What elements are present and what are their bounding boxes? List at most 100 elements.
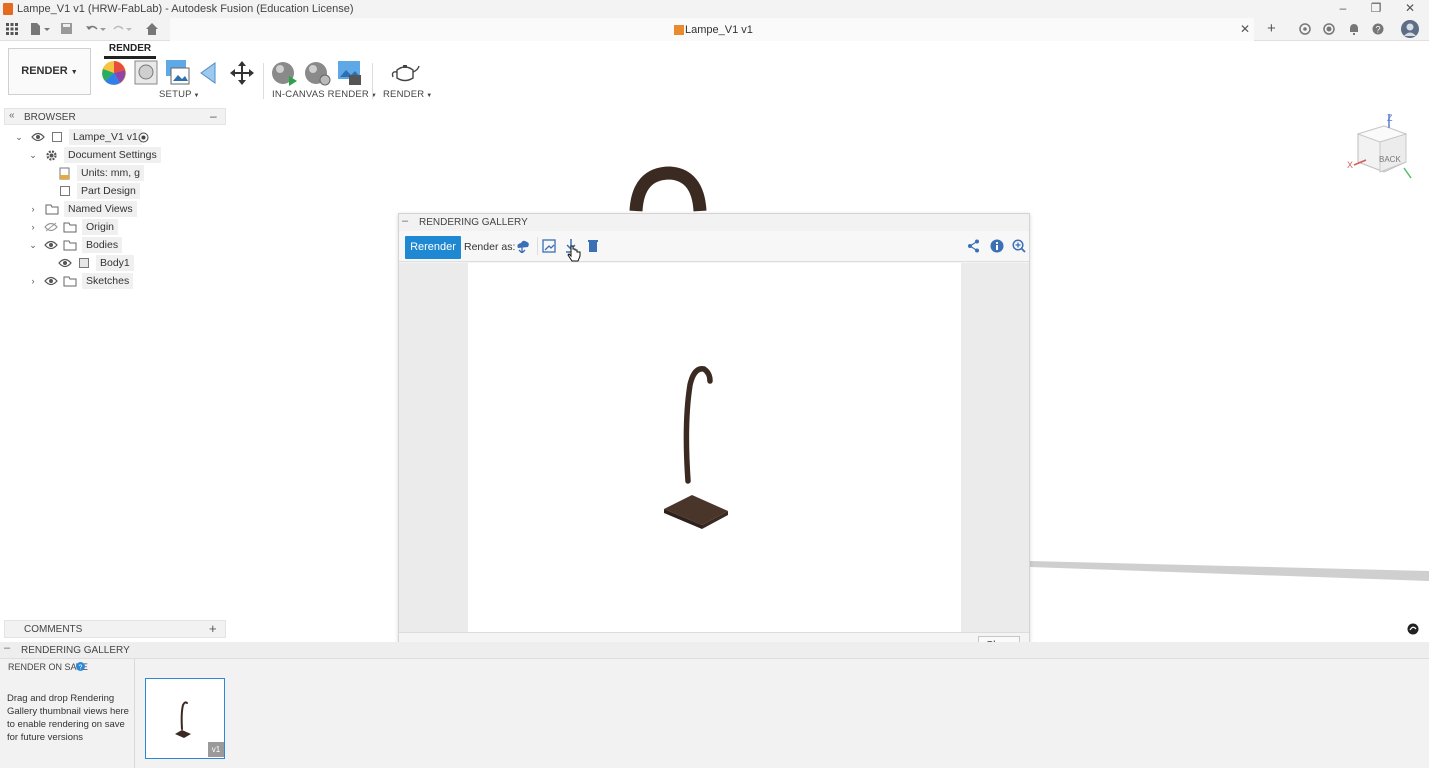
setup-group-label[interactable]: SETUP ▼ bbox=[159, 89, 200, 100]
rendering-gallery-dialog: – RENDERING GALLERY Rerender Render as: … bbox=[398, 213, 1030, 658]
tree-label: Units: mm, g bbox=[77, 165, 144, 181]
render-as-cloud-icon[interactable] bbox=[515, 239, 529, 253]
hidden-eye-icon[interactable] bbox=[44, 222, 58, 232]
fusion-app-icon bbox=[3, 3, 13, 15]
viewcube-axis-z: Z bbox=[1387, 113, 1393, 123]
in-canvas-render-label: IN-CANVAS RENDER bbox=[272, 89, 369, 100]
tab-bar: Lampe_V1 v1 ✕ + ? bbox=[0, 18, 1429, 41]
user-avatar[interactable] bbox=[1401, 20, 1419, 38]
new-tab-icon[interactable]: + bbox=[1267, 20, 1276, 37]
info-icon[interactable] bbox=[990, 239, 1004, 253]
tree-item-root[interactable]: ⌄ Lampe_V1 v1 bbox=[0, 129, 226, 145]
render-group-label[interactable]: RENDER ▼ bbox=[383, 89, 432, 100]
gallery-thumbnail-strip bbox=[136, 659, 1429, 768]
gear-icon bbox=[46, 150, 57, 161]
collapse-bottom-gallery-icon[interactable]: – bbox=[4, 642, 10, 654]
folder-icon bbox=[63, 276, 77, 287]
texture-map-icon[interactable] bbox=[199, 61, 221, 85]
workspace-switcher[interactable]: RENDER ▼ bbox=[8, 48, 91, 95]
close-tab-icon[interactable]: ✕ bbox=[1240, 22, 1250, 36]
tree-item-units[interactable]: Units: mm, g bbox=[0, 165, 226, 181]
tree-item-part-design[interactable]: Part Design bbox=[0, 183, 226, 199]
tree-item-named-views[interactable]: › Named Views bbox=[0, 201, 226, 217]
viewcube[interactable]: Z X BACK bbox=[1344, 110, 1414, 186]
body-icon bbox=[79, 258, 89, 268]
render-as-label: Render as: bbox=[464, 241, 516, 253]
apps-grid-icon[interactable] bbox=[6, 23, 18, 35]
tree-item-body1[interactable]: Body1 bbox=[0, 255, 226, 271]
minimize-gallery-icon[interactable]: – bbox=[402, 215, 408, 227]
tree-item-bodies[interactable]: ⌄ Bodies bbox=[0, 237, 226, 253]
render-teapot-icon[interactable] bbox=[390, 62, 420, 84]
collapse-browser-icon[interactable]: « bbox=[9, 110, 15, 121]
tree-label: Named Views bbox=[64, 201, 137, 217]
in-canvas-render-group-label[interactable]: IN-CANVAS RENDER ▼ bbox=[272, 89, 377, 100]
tree-item-origin[interactable]: › Origin bbox=[0, 219, 226, 235]
expanded-caret-icon[interactable]: ⌄ bbox=[14, 129, 24, 145]
thumbnail-lamp-model bbox=[175, 701, 191, 738]
gallery-thumbnail[interactable]: v1 bbox=[145, 678, 225, 759]
in-canvas-settings-icon[interactable] bbox=[304, 61, 332, 87]
appearance-icon[interactable] bbox=[101, 60, 127, 86]
browser-panel: « BROWSER – ⌄ Lampe_V1 v1 ⌄ Document Set… bbox=[0, 107, 226, 292]
expanded-caret-icon[interactable]: ⌄ bbox=[28, 237, 38, 253]
close-window-icon[interactable]: ✕ bbox=[1403, 1, 1417, 15]
help-icon[interactable]: ? bbox=[1372, 23, 1384, 35]
add-comment-icon[interactable]: + bbox=[209, 621, 217, 636]
edit-image-icon[interactable] bbox=[542, 239, 556, 253]
visibility-eye-icon[interactable] bbox=[58, 258, 72, 268]
share-icon[interactable] bbox=[967, 239, 980, 253]
visibility-eye-icon[interactable] bbox=[44, 240, 58, 250]
visibility-eye-icon[interactable] bbox=[31, 132, 45, 142]
design-type-icon bbox=[60, 186, 70, 196]
restore-icon[interactable]: ❐ bbox=[1369, 1, 1383, 15]
online-status-icon[interactable] bbox=[1323, 23, 1335, 35]
title-bar: Lampe_V1 v1 (HRW-FabLab) - Autodesk Fusi… bbox=[0, 0, 1429, 18]
gallery-preview-area bbox=[399, 263, 1029, 632]
tree-item-document-settings[interactable]: ⌄ Document Settings bbox=[0, 147, 226, 163]
tree-item-sketches[interactable]: › Sketches bbox=[0, 273, 226, 289]
model-arc bbox=[629, 166, 707, 212]
decal-icon[interactable] bbox=[165, 59, 191, 87]
minimize-icon[interactable]: – bbox=[1336, 1, 1350, 15]
units-icon bbox=[59, 167, 70, 180]
in-canvas-render-icon[interactable] bbox=[271, 61, 299, 87]
capture-image-icon[interactable] bbox=[337, 60, 363, 86]
comments-title: COMMENTS bbox=[24, 624, 83, 635]
bottom-gallery-title: RENDERING GALLERY bbox=[21, 645, 130, 656]
notifications-icon[interactable] bbox=[1348, 23, 1360, 35]
minimize-browser-icon[interactable]: – bbox=[210, 109, 217, 123]
mouse-cursor-icon bbox=[567, 245, 581, 262]
ribbon-toolbar: RENDER ▼ RENDER SETUP ▼ IN-CANVAS RENDER… bbox=[0, 41, 1429, 103]
file-menu-icon[interactable] bbox=[30, 23, 50, 35]
expanded-caret-icon[interactable]: ⌄ bbox=[28, 147, 38, 163]
help-badge-icon[interactable]: ? bbox=[76, 662, 85, 671]
tree-label: Part Design bbox=[77, 183, 140, 199]
toolbar-divider bbox=[537, 237, 538, 255]
redo-icon[interactable] bbox=[111, 23, 133, 35]
rendered-image[interactable] bbox=[468, 263, 961, 632]
tab-render[interactable]: RENDER bbox=[104, 43, 156, 54]
gallery-header: – RENDERING GALLERY bbox=[399, 214, 1029, 231]
move-icon[interactable] bbox=[229, 60, 255, 86]
tree-label: Bodies bbox=[82, 237, 123, 253]
bottom-gallery-header: – RENDERING GALLERY bbox=[0, 642, 1429, 659]
ground-plane-edge bbox=[1030, 561, 1429, 581]
visibility-eye-icon[interactable] bbox=[44, 276, 58, 286]
window-title: Lampe_V1 v1 (HRW-FabLab) - Autodesk Fusi… bbox=[17, 3, 354, 15]
scene-settings-icon[interactable] bbox=[134, 60, 158, 86]
rerender-button[interactable]: Rerender bbox=[405, 236, 461, 259]
collapsed-caret-icon[interactable]: › bbox=[28, 273, 38, 289]
collapsed-caret-icon[interactable]: › bbox=[28, 201, 38, 217]
gallery-toolbar: Rerender Render as: bbox=[399, 231, 1029, 262]
home-icon[interactable] bbox=[146, 23, 158, 35]
job-status-icon[interactable] bbox=[1299, 23, 1311, 35]
collapsed-caret-icon[interactable]: › bbox=[28, 219, 38, 235]
text-commands-icon[interactable] bbox=[1407, 623, 1419, 635]
activate-radio-icon[interactable] bbox=[138, 132, 149, 143]
save-icon[interactable] bbox=[61, 23, 73, 35]
viewcube-axis-x: X bbox=[1347, 160, 1353, 170]
zoom-in-icon[interactable] bbox=[1012, 239, 1026, 253]
delete-trash-icon[interactable] bbox=[587, 239, 599, 253]
undo-icon[interactable] bbox=[85, 23, 107, 35]
